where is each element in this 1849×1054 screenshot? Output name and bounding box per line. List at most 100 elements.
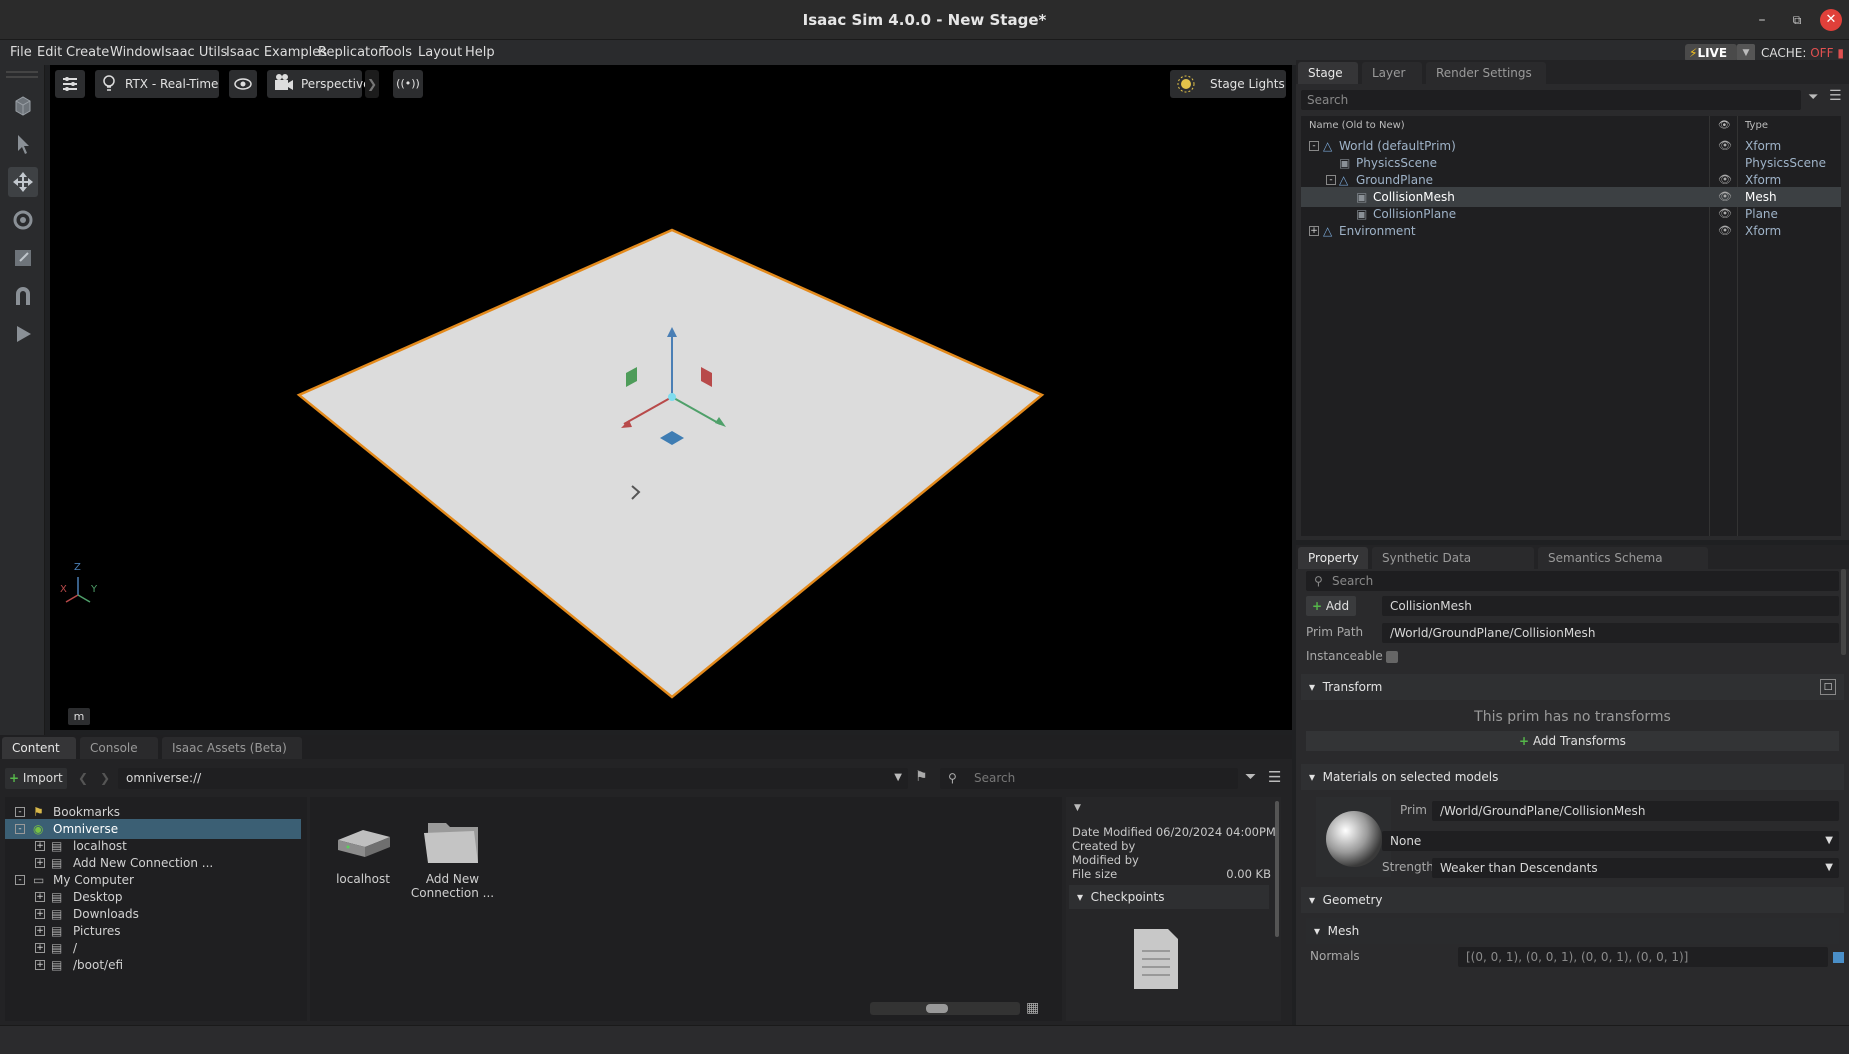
collapse-icon[interactable]: - [15, 807, 25, 817]
add-transforms-button[interactable]: + Add Transforms [1306, 731, 1839, 751]
stage-search-input[interactable]: Search [1301, 90, 1801, 110]
rotate-icon[interactable] [8, 205, 38, 235]
tab-isaac-assets[interactable]: Isaac Assets (Beta) [162, 737, 302, 759]
tree-row-name: Environment [1339, 224, 1416, 238]
tab-console[interactable]: Console [80, 737, 158, 759]
add-label: Add [1325, 599, 1350, 613]
visibility-toggle-button[interactable] [229, 70, 257, 98]
material-prim-field[interactable]: /World/GroundPlane/CollisionMesh [1432, 801, 1839, 821]
units-badge[interactable]: m [68, 708, 90, 725]
tab-property[interactable]: Property [1298, 547, 1368, 569]
transform-options-icon[interactable]: □ [1820, 679, 1836, 695]
forward-arrow-icon[interactable]: ❯ [100, 771, 110, 785]
magnet-snap-icon[interactable] [8, 281, 38, 311]
expand-icon[interactable]: + [35, 909, 45, 919]
property-panel: Property Synthetic Data Recorder Semanti… [1296, 545, 1849, 1025]
menu-isaac-examples[interactable]: Isaac Examples [226, 45, 327, 60]
grid-view-icon[interactable]: ▦ [1026, 1000, 1039, 1016]
viewport-scene[interactable] [50, 65, 1292, 730]
grid-item-add-connection[interactable]: Add New Connection ... [410, 815, 495, 900]
tree-row[interactable]: + △ Environment 👁 Xform [1301, 221, 1841, 241]
bookmark-icon[interactable]: ⚑ [915, 769, 928, 785]
scale-icon[interactable] [8, 243, 38, 273]
path-input[interactable]: omniverse:// ▼ [118, 768, 908, 789]
menu-layout[interactable]: Layout [418, 45, 462, 60]
menu-window[interactable]: Window [110, 45, 161, 60]
back-arrow-icon[interactable]: ❮ [78, 771, 88, 785]
select-mode-icon[interactable] [8, 91, 38, 121]
eye-icon[interactable]: 👁 [1718, 221, 1732, 241]
tree-header-type[interactable]: Type [1745, 120, 1768, 131]
move-icon[interactable] [8, 167, 38, 197]
materials-section-header[interactable]: ▾ Materials on selected models [1301, 764, 1844, 790]
restore-icon[interactable]: ⧉ [1786, 9, 1808, 31]
tab-synthetic-data-recorder[interactable]: Synthetic Data Recorder [1372, 547, 1534, 587]
zoom-slider-handle[interactable] [926, 1004, 948, 1013]
tab-stage[interactable]: Stage [1298, 62, 1358, 84]
minimize-icon[interactable]: – [1751, 9, 1773, 31]
menu-tools[interactable]: Tools [380, 45, 412, 60]
viewport-settings-button[interactable] [55, 70, 85, 98]
prim-path-field[interactable]: /World/GroundPlane/CollisionMesh [1382, 623, 1839, 643]
broadcast-icon[interactable]: ((•)) [393, 70, 423, 98]
property-scrollbar[interactable] [1841, 569, 1846, 655]
close-icon[interactable]: ✕ [1820, 9, 1842, 31]
geometry-section-header[interactable]: ▾ Geometry [1301, 887, 1844, 913]
hamburger-menu-icon[interactable]: ☰ [1268, 768, 1281, 786]
normals-field[interactable]: [(0, 0, 1), (0, 0, 1), (0, 0, 1), (0, 0,… [1458, 947, 1828, 967]
menu-edit[interactable]: Edit [37, 45, 62, 60]
collapse-icon[interactable]: - [15, 824, 25, 834]
collapse-icon[interactable]: - [1309, 141, 1319, 151]
expand-icon[interactable]: + [35, 943, 45, 953]
axis-z-label: Z [74, 562, 81, 573]
chevron-right-icon[interactable]: ❯ [365, 70, 379, 98]
camera-button[interactable]: Perspective [267, 70, 371, 98]
checkpoints-section-header[interactable]: ▾ Checkpoints [1069, 885, 1269, 909]
normals-color-swatch[interactable] [1833, 952, 1844, 963]
strength-select[interactable]: Weaker than Descendants ▼ [1432, 858, 1839, 878]
filter-icon[interactable]: ⏷ [1808, 90, 1818, 105]
collapse-icon[interactable]: - [15, 875, 25, 885]
expand-icon[interactable]: + [35, 858, 45, 868]
menu-file[interactable]: File [10, 45, 32, 60]
cache-status[interactable]: CACHE: OFF ▮ [1761, 46, 1844, 60]
tab-layer[interactable]: Layer [1362, 62, 1422, 84]
transform-section-header[interactable]: ▾ Transform □ [1301, 674, 1844, 700]
menu-help[interactable]: Help [465, 45, 495, 60]
viewport[interactable]: RTX - Real-Time Perspective ❯ ((•)) Stag… [50, 65, 1292, 730]
content-search-input[interactable]: ⚲ Search [940, 768, 1238, 789]
pointer-icon[interactable] [8, 129, 38, 159]
expand-icon[interactable]: + [35, 892, 45, 902]
material-select[interactable]: None ▼ [1382, 831, 1839, 851]
mesh-section-header[interactable]: ▾ Mesh [1306, 918, 1839, 944]
property-search-input[interactable]: ⚲ Search [1306, 571, 1839, 591]
menu-isaac-utils[interactable]: Isaac Utils [161, 45, 227, 60]
list-item[interactable]: + ▤ /boot/efi [5, 955, 301, 975]
tab-semantics-schema-editor[interactable]: Semantics Schema Editor [1538, 547, 1708, 587]
grid-item-localhost[interactable]: localhost [328, 815, 398, 886]
expand-icon[interactable]: + [35, 960, 45, 970]
material-select-value: None [1390, 834, 1422, 848]
play-icon[interactable] [8, 319, 38, 349]
expand-icon[interactable]: + [1309, 226, 1319, 236]
collapse-icon[interactable]: - [1326, 175, 1336, 185]
import-button[interactable]: + Import [5, 768, 67, 789]
menu-replicator[interactable]: Replicator [318, 45, 383, 60]
tree-header-name[interactable]: Name (Old to New) [1309, 120, 1405, 131]
tab-content[interactable]: Content [2, 737, 76, 759]
menu-create[interactable]: Create [66, 45, 109, 60]
instanceable-checkbox[interactable] [1386, 651, 1398, 663]
zoom-slider[interactable] [870, 1002, 1020, 1015]
import-label: Import [22, 771, 63, 785]
expand-icon[interactable]: + [35, 841, 45, 851]
stage-lights-button[interactable]: Stage Lights [1170, 70, 1286, 98]
renderer-button[interactable]: RTX - Real-Time [95, 70, 219, 98]
details-scrollbar[interactable] [1275, 801, 1279, 937]
chevron-down-icon[interactable]: ▼ [1074, 803, 1081, 813]
tab-render-settings[interactable]: Render Settings [1426, 62, 1546, 84]
filter-icon[interactable]: ⏷ [1245, 769, 1256, 785]
hamburger-menu-icon[interactable]: ☰ [1829, 88, 1842, 104]
add-button[interactable]: + Add [1306, 596, 1356, 616]
prim-name-field[interactable]: CollisionMesh [1382, 596, 1839, 616]
expand-icon[interactable]: + [35, 926, 45, 936]
